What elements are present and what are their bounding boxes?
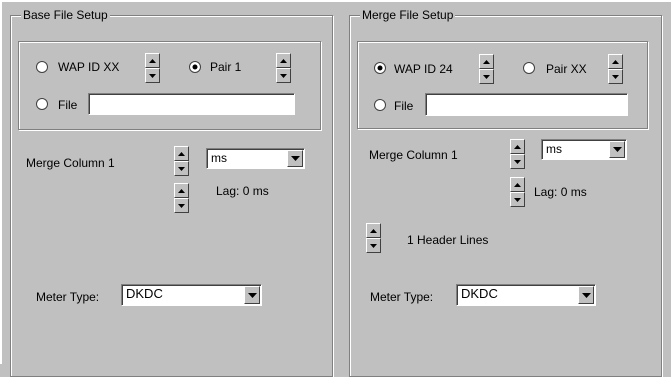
- triangle-down-icon: [514, 197, 521, 202]
- triangle-up-icon: [280, 58, 287, 63]
- radio-unchecked-icon: [36, 98, 48, 110]
- base-pair-radio[interactable]: [187, 59, 203, 75]
- spin-down-button[interactable]: [276, 68, 291, 83]
- merge-file-input[interactable]: [425, 93, 628, 116]
- spin-up-button[interactable]: [145, 53, 160, 68]
- base-wap-id-spinner[interactable]: [145, 53, 160, 83]
- spin-down-button[interactable]: [145, 68, 160, 83]
- merge-unit-select[interactable]: ms: [541, 139, 627, 160]
- base-wap-id-radio[interactable]: [34, 59, 50, 75]
- triangle-down-icon: [370, 243, 377, 248]
- window-frame-top: [0, 0, 671, 2]
- chevron-down-icon: [581, 292, 591, 298]
- spin-down-button[interactable]: [510, 154, 525, 169]
- triangle-up-icon: [149, 58, 156, 63]
- spin-up-button[interactable]: [366, 223, 381, 238]
- triangle-down-icon: [514, 159, 521, 164]
- triangle-up-icon: [514, 144, 521, 149]
- base-merge-column-label: Merge Column 1: [26, 156, 115, 170]
- merge-merge-column-spinner[interactable]: [510, 139, 525, 169]
- spin-down-button[interactable]: [366, 238, 381, 253]
- triangle-down-icon: [612, 74, 619, 79]
- triangle-up-icon: [483, 59, 490, 64]
- triangle-up-icon: [612, 59, 619, 64]
- radio-unchecked-icon: [36, 61, 48, 73]
- base-merge-column-spinner[interactable]: [174, 146, 189, 176]
- spin-down-button[interactable]: [174, 161, 189, 176]
- base-file-radio[interactable]: [34, 96, 50, 112]
- base-meter-type-label: Meter Type:: [36, 290, 100, 304]
- chevron-down-icon: [612, 147, 622, 152]
- merge-pair-radio[interactable]: [521, 60, 537, 76]
- base-meter-type-select[interactable]: DKDC: [121, 284, 262, 306]
- base-lag-label: Lag: 0 ms: [216, 184, 269, 198]
- spin-up-button[interactable]: [174, 183, 189, 198]
- radio-unchecked-icon: [523, 62, 535, 74]
- dropdown-button[interactable]: [578, 286, 594, 304]
- spin-up-button[interactable]: [510, 177, 525, 192]
- spin-up-button[interactable]: [608, 54, 623, 69]
- base-lag-spinner[interactable]: [174, 183, 189, 213]
- dropdown-button[interactable]: [609, 141, 625, 158]
- triangle-up-icon: [370, 228, 377, 233]
- spin-down-button[interactable]: [608, 69, 623, 84]
- merge-lag-label: Lag: 0 ms: [534, 185, 587, 199]
- merge-pair-label: Pair XX: [546, 62, 587, 76]
- radio-checked-icon: [374, 62, 386, 74]
- spin-up-button[interactable]: [174, 146, 189, 161]
- merge-pair-spinner[interactable]: [608, 54, 623, 84]
- merge-wap-id-label: WAP ID 24: [394, 62, 453, 76]
- chevron-down-icon: [290, 156, 300, 161]
- triangle-up-icon: [178, 151, 185, 156]
- triangle-down-icon: [149, 73, 156, 78]
- base-unit-select[interactable]: ms: [206, 148, 305, 169]
- chevron-down-icon: [247, 292, 257, 298]
- dropdown-button[interactable]: [244, 286, 260, 304]
- merge-meter-type-value: DKDC: [461, 286, 498, 301]
- radio-unchecked-icon: [374, 99, 386, 111]
- base-file-setup-title: Base File Setup: [21, 8, 110, 22]
- merge-unit-value: ms: [546, 142, 562, 156]
- base-file-label: File: [58, 98, 78, 112]
- radio-checked-icon: [189, 61, 201, 73]
- spin-up-button[interactable]: [479, 54, 494, 69]
- base-meter-type-value: DKDC: [126, 286, 163, 301]
- base-pair-label: Pair 1: [210, 60, 242, 74]
- merge-header-lines-label: 1 Header Lines: [407, 233, 489, 247]
- spin-down-button[interactable]: [479, 69, 494, 84]
- spin-down-button[interactable]: [174, 198, 189, 213]
- base-pair-spinner[interactable]: [276, 53, 291, 83]
- merge-meter-type-select[interactable]: DKDC: [456, 284, 596, 306]
- merge-file-radio[interactable]: [372, 97, 388, 113]
- triangle-down-icon: [178, 203, 185, 208]
- merge-wap-id-spinner[interactable]: [479, 54, 494, 84]
- triangle-down-icon: [280, 73, 287, 78]
- window-frame-left: [0, 0, 2, 364]
- base-wap-id-label: WAP ID XX: [58, 60, 120, 74]
- base-file-input[interactable]: [88, 93, 295, 115]
- base-unit-value: ms: [211, 151, 227, 165]
- merge-file-setup-title: Merge File Setup: [360, 8, 456, 22]
- triangle-up-icon: [178, 188, 185, 193]
- triangle-down-icon: [178, 166, 185, 171]
- merge-merge-column-label: Merge Column 1: [369, 148, 458, 162]
- triangle-up-icon: [514, 182, 521, 187]
- spin-up-button[interactable]: [276, 53, 291, 68]
- merge-lag-spinner[interactable]: [510, 177, 525, 207]
- merge-header-lines-spinner[interactable]: [366, 223, 381, 253]
- spin-up-button[interactable]: [510, 139, 525, 154]
- dropdown-button[interactable]: [287, 150, 303, 167]
- triangle-down-icon: [483, 74, 490, 79]
- merge-meter-type-label: Meter Type:: [370, 290, 434, 304]
- spin-down-button[interactable]: [510, 192, 525, 207]
- merge-wap-id-radio[interactable]: [372, 60, 388, 76]
- merge-file-label: File: [394, 99, 414, 113]
